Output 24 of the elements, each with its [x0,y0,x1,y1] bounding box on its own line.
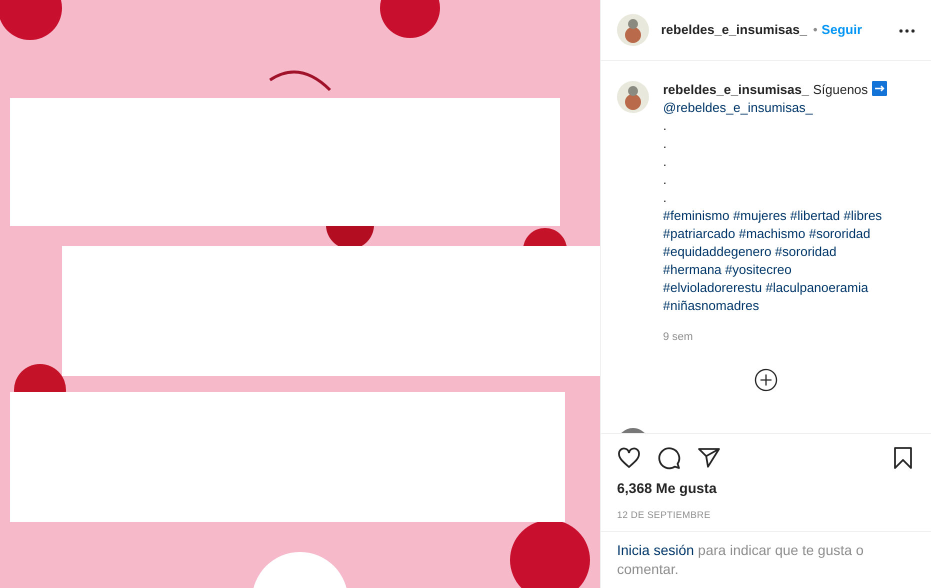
hashtag-line[interactable]: #elvioladorerestu #laculpanoeramia [663,280,868,295]
likes-count[interactable]: 6,368 Me gusta [601,478,931,499]
avatar[interactable] [617,14,649,46]
load-more-icon[interactable] [754,368,778,392]
hashtag-line[interactable]: #niñasnomadres [663,298,760,313]
dot: . [663,118,667,133]
post-date: 12 DE SEPTIEMBRE [616,508,712,523]
avatar[interactable] [617,81,649,113]
username[interactable]: rebeldes_e_insumisas_ [661,20,807,40]
hashtag-line[interactable]: #equidaddegenero #sororidad [663,244,836,259]
dot: . [663,172,667,187]
post-time: 9 sem [663,330,694,345]
separator: • [812,21,818,40]
login-prompt: Inicia sesión para indicar que te gusta o comentar. [601,531,931,588]
caption-text: Síguenos [812,82,868,97]
hashtag-line[interactable]: #patriarcado #machismo #sororidad [663,226,870,241]
dot: . [663,190,667,205]
dot: . [663,136,667,151]
mention-link[interactable]: @rebeldes_e_insumisas_ [663,100,813,115]
hashtag-line[interactable]: #hermana #yositecreo [663,262,792,277]
login-link[interactable]: Inicia sesión [617,542,694,558]
username[interactable]: rebeldes_e_insumisas_ [663,82,809,97]
dot: . [663,154,667,169]
hashtag-line[interactable]: #feminismo #mujeres #libertad #libres [663,208,882,223]
